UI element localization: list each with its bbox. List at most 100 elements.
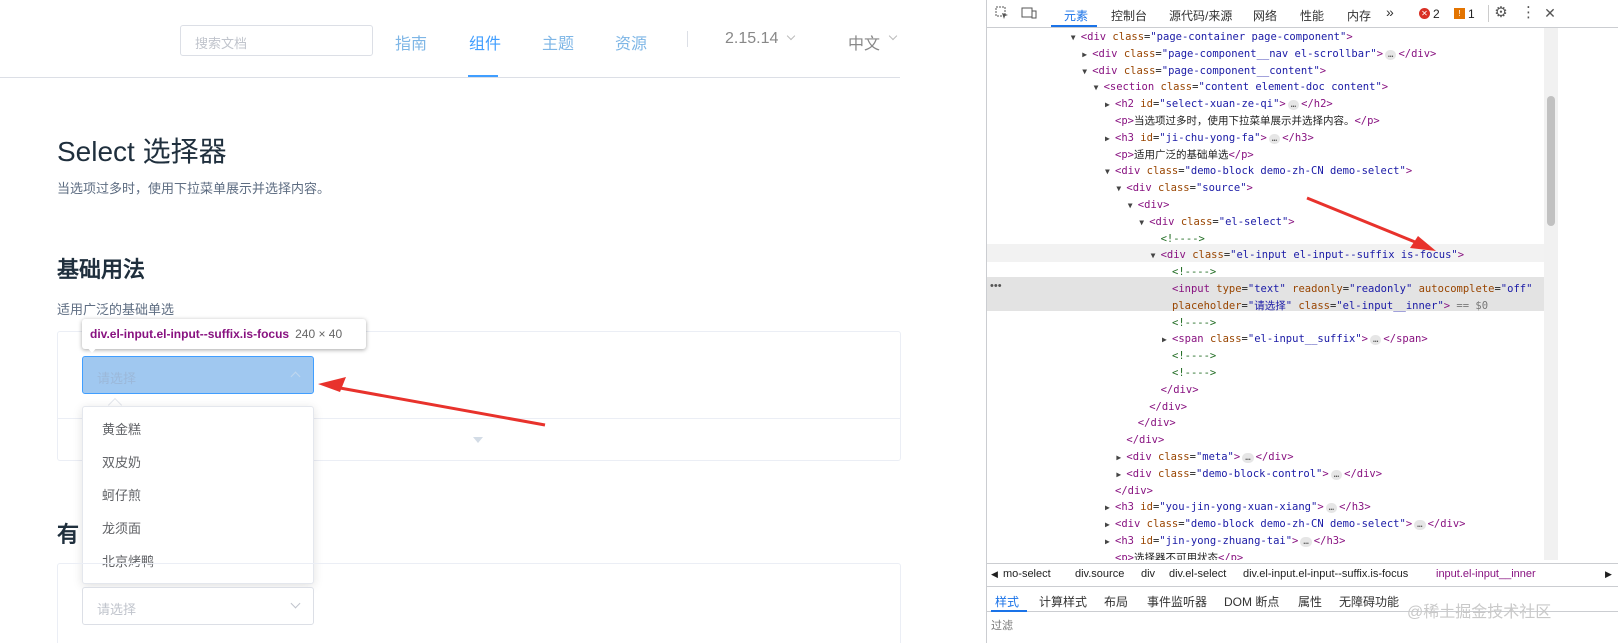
dom-node-line[interactable]: ▼ <section class="content element-doc con… [1094,79,1389,95]
dom-node-line[interactable]: ▼ <div class="demo-block demo-zh-CN demo-… [1105,163,1412,179]
tab-console[interactable]: 控制台 [1111,7,1147,24]
dom-node-line[interactable]: <p>适用广泛的基础单选</p> [1105,147,1254,163]
error-icon[interactable]: ✕ [1419,8,1430,19]
dom-node-line[interactable]: </div> [1128,415,1176,431]
dom-node-line[interactable]: ▶ <h3 id="ji-chu-yong-fa">… </h3> [1105,130,1314,146]
nav-guide[interactable]: 指南 [395,30,427,54]
breadcrumb-item[interactable]: div.source [1075,568,1124,580]
styles-filter-input[interactable]: 过滤 [991,617,1391,641]
dom-node-line[interactable]: ▶ <h2 id="select-xuan-ze-qi">… </h2> [1105,96,1333,112]
dom-node-line[interactable]: </div> [1105,483,1153,499]
inspect-element-icon[interactable] [995,6,1009,20]
tab-elements[interactable]: 元素 [1064,7,1088,24]
dom-node-line[interactable]: <!----> [1162,365,1216,381]
dom-node-line[interactable]: ▶ <span class="el-input__suffix">… </span> [1162,331,1428,347]
tab-memory[interactable]: 内存 [1347,7,1371,24]
active-style-tab-indicator [991,610,1027,612]
breadcrumb-item-selected[interactable]: input.el-input__inner [1436,568,1536,580]
dom-node-line[interactable]: <!----> [1162,264,1216,280]
gear-icon[interactable]: ⚙ [1494,5,1508,20]
option-item[interactable]: 双皮奶 [83,446,313,479]
dom-tree-scrollbar-thumb[interactable] [1547,96,1555,226]
more-options-icon[interactable]: ⋮ [1521,5,1536,20]
device-toolbar-icon[interactable] [1021,6,1037,20]
dom-node-line[interactable]: <p>当选项过多时，使用下拉菜单展示并选择内容。</p> [1105,113,1380,129]
dom-node-line[interactable]: <p>选择器不可用状态</p> [1105,550,1243,560]
tab-performance[interactable]: 性能 [1300,7,1324,24]
dom-node-line[interactable]: placeholder="请选择" class="el-input__inner… [1162,298,1488,314]
section-title-partial: 有 [57,522,80,547]
dom-node-line[interactable]: ▶ <div class="demo-block demo-zh-CN demo-… [1105,516,1466,532]
section-title: 基础用法 [57,257,146,282]
element-inspect-tooltip: div.el-input.el-input--suffix.is-focus 24… [82,319,366,349]
dom-node-line[interactable]: ▼ <div class="page-container page-compone… [1071,29,1353,45]
dom-node-line[interactable]: ▼ <div class="source"> [1116,180,1252,196]
tab-accessibility[interactable]: 无障碍功能 [1339,593,1399,610]
dom-node-line[interactable]: </div> [1139,399,1187,415]
dom-node-line[interactable]: ▶ <div class="demo-block-control">… </div> [1116,466,1382,482]
nav-components[interactable]: 组件 [469,30,501,54]
tooltip-size: 240 × 40 [295,327,343,341]
language-select[interactable]: 中文 [848,30,880,54]
dom-node-line[interactable]: ▶ <div class="meta">… </div> [1116,449,1294,465]
breadcrumb-item[interactable]: div [1141,568,1155,580]
breadcrumb-scroll-right-icon[interactable]: ▶ [1605,569,1612,580]
chevron-down-icon [888,31,898,41]
dom-node-line[interactable]: ▼ <div class="el-input el-input--suffix i… [1151,247,1464,263]
nav-theme[interactable]: 主题 [542,30,574,54]
warning-icon[interactable]: ! [1454,8,1465,19]
toolbar-separator [1488,5,1489,22]
tab-styles[interactable]: 样式 [995,593,1019,610]
error-count[interactable]: 2 [1433,7,1440,21]
tab-network[interactable]: 网络 [1253,7,1277,24]
dom-node-line[interactable]: ▶ <div class="page-component__nav el-scro… [1082,46,1436,62]
breadcrumb-scroll-left-icon[interactable]: ◀ [991,569,998,580]
version-select[interactable]: 2.15.14 [725,30,778,48]
breadcrumb-item[interactable]: div.el-input.el-input--suffix.is-focus [1243,568,1408,580]
active-tab-indicator [1051,25,1097,27]
site-header: 搜索文档 指南 组件 主题 资源 2.15.14 中文 [0,0,900,78]
watermark: @稀土掘金技术社区 [1407,604,1552,621]
select-input-focused[interactable]: 请选择 [82,356,314,394]
tooltip-selector: div.el-input.el-input--suffix.is-focus [90,327,290,341]
dom-tree[interactable]: ▼ <div class="page-container page-compone… [987,28,1553,560]
dom-node-line[interactable]: <!----> [1151,231,1205,247]
select-input[interactable]: 请选择 [82,587,314,625]
dom-node-line[interactable]: </div> [1151,382,1199,398]
more-tabs-button[interactable]: » [1386,4,1394,20]
tab-sources[interactable]: 源代码/来源 [1169,7,1232,24]
page-title: Select 选择器 [57,136,227,167]
dom-node-line[interactable]: ▼ <div class="page-component__content"> [1082,63,1326,79]
page-description: 当选项过多时，使用下拉菜单展示并选择内容。 [57,181,331,196]
chevron-down-icon [786,31,796,41]
dom-node-line[interactable]: <input type="text" readonly="readonly" a… [1162,281,1532,297]
tab-layout[interactable]: 布局 [1104,593,1128,610]
tab-computed[interactable]: 计算样式 [1039,593,1087,610]
warning-count[interactable]: 1 [1468,7,1475,21]
option-item[interactable]: 蚵仔煎 [83,479,313,512]
option-item[interactable]: 黄金糕 [83,413,313,446]
devtools-panel: 元素 控制台 源代码/来源 网络 性能 内存 » ✕ 2 ! 1 ⚙ ⋮ ✕ •… [986,0,1618,643]
tooltip-arrow [86,346,98,353]
tab-event-listeners[interactable]: 事件监听器 [1147,593,1207,610]
tab-dom-breakpoints[interactable]: DOM 断点 [1224,593,1279,610]
tab-properties[interactable]: 属性 [1298,593,1322,610]
dom-node-line[interactable]: ▶ <h3 id="jin-yong-zhuang-tai">… </h3> [1105,533,1345,549]
search-input[interactable]: 搜索文档 [180,25,373,56]
close-icon[interactable]: ✕ [1543,6,1557,20]
dom-node-line[interactable]: <!----> [1162,348,1216,364]
dom-breadcrumb: ◀ mo-select div.source div div.el-select… [987,563,1618,585]
dom-node-line[interactable]: <!----> [1162,315,1216,331]
active-nav-indicator [468,75,498,77]
breadcrumb-item[interactable]: div.el-select [1169,568,1226,580]
select-dropdown: 黄金糕 双皮奶 蚵仔煎 龙须面 北京烤鸭 [82,406,314,584]
dom-node-line[interactable]: ▼ <div class="el-select"> [1139,214,1294,230]
dom-node-line[interactable]: </div> [1116,432,1164,448]
nav-divider [687,31,688,47]
nav-resources[interactable]: 资源 [615,30,647,54]
dom-node-line[interactable]: ▼ <div> [1128,197,1170,213]
dom-node-line[interactable]: ▶ <h3 id="you-jin-yong-xuan-xiang">… </h3> [1105,499,1371,515]
breadcrumb-item[interactable]: mo-select [1003,568,1051,580]
caret-down-icon[interactable] [473,437,483,443]
option-item[interactable]: 龙须面 [83,512,313,545]
